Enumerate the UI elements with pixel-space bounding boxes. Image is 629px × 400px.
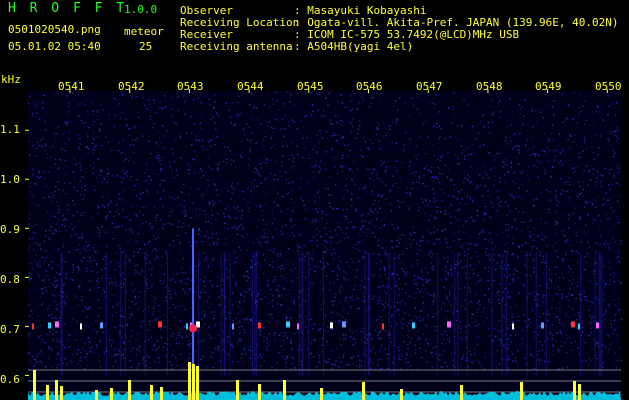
meteor-echo <box>286 321 290 328</box>
app-version: 1.0.0 <box>124 3 158 16</box>
signal-spike <box>110 388 113 400</box>
x-tick-label: 0549 <box>535 80 562 93</box>
x-tick-label: 0550 <box>595 80 622 93</box>
meteor-echo <box>342 321 346 328</box>
meteor-echo <box>330 322 333 329</box>
signal-spike <box>283 380 286 400</box>
x-tick-label: 0545 <box>297 80 324 93</box>
signal-spike <box>460 385 463 400</box>
signal-spike <box>188 362 191 400</box>
signal-spike <box>362 382 365 400</box>
info-key-antenna: Receiving antenna <box>180 40 293 53</box>
signal-spike <box>33 370 36 400</box>
signal-spike <box>60 386 63 400</box>
meteor-echo <box>232 323 234 330</box>
meteor-echo <box>80 323 82 330</box>
app-title: H R O F F T <box>8 1 128 16</box>
plot-area <box>28 91 621 400</box>
meteor-echo <box>578 323 580 330</box>
x-tick-label: 0543 <box>177 80 204 93</box>
meteor-echo <box>447 321 451 328</box>
capture-datetime: 05.01.02 05:40 <box>8 40 101 53</box>
x-tick-label: 0544 <box>237 80 264 93</box>
y-tick-label: 0.9 <box>0 223 20 236</box>
meteor-echo <box>100 322 103 329</box>
signal-spike <box>320 388 323 400</box>
signal-spike <box>236 380 239 400</box>
meteor-echo <box>297 323 299 330</box>
meteor-count: 25 <box>139 40 153 53</box>
signal-spike <box>196 366 199 400</box>
meteor-echo <box>382 323 384 330</box>
x-tick-label: 0546 <box>356 80 383 93</box>
x-tick-label: 0542 <box>118 80 145 93</box>
y-tick-label: 1.1 <box>0 123 20 136</box>
meteor-echo <box>32 323 34 330</box>
x-tick-label: 0548 <box>476 80 503 93</box>
x-tick-label: 0541 <box>58 80 85 93</box>
signal-spike <box>95 390 98 400</box>
y-tick-label: 0.6 <box>0 373 20 386</box>
y-tick-label: 0.8 <box>0 273 20 286</box>
x-tick-label: 0547 <box>416 80 443 93</box>
meteor-echo <box>512 323 514 330</box>
meteor-head <box>189 324 197 333</box>
signal-spike <box>192 364 195 400</box>
meteor-label: meteor <box>124 25 164 38</box>
info-value-antenna: : A504HB(yagi 4el) <box>294 40 414 53</box>
spectrogram-chart <box>25 89 623 400</box>
file-name: 0501020540.png <box>8 23 101 36</box>
signal-spike <box>573 381 576 400</box>
meteor-echo <box>596 322 599 329</box>
meteor-echo <box>571 321 575 328</box>
signal-spike <box>150 385 153 400</box>
meteor-echo <box>196 321 200 328</box>
signal-spike <box>400 389 403 400</box>
signal-spike <box>55 380 58 400</box>
meteor-echo <box>158 321 162 328</box>
meteor-echo <box>541 322 544 329</box>
meteor-echo <box>48 322 51 329</box>
signal-spike <box>520 382 523 400</box>
y-tick-label: 1.0 <box>0 173 20 186</box>
signal-spike <box>578 384 581 400</box>
meteor-echo <box>55 321 59 328</box>
y-tick-label: 0.7 <box>0 323 20 336</box>
meteor-echo <box>186 323 188 330</box>
signal-spike <box>128 380 131 400</box>
signal-spike <box>160 387 163 400</box>
meteor-echo <box>258 322 261 329</box>
meteor-echo <box>412 322 415 329</box>
signal-spike <box>46 385 49 400</box>
y-axis-unit: kHz <box>1 73 21 86</box>
signal-spike <box>258 384 261 400</box>
